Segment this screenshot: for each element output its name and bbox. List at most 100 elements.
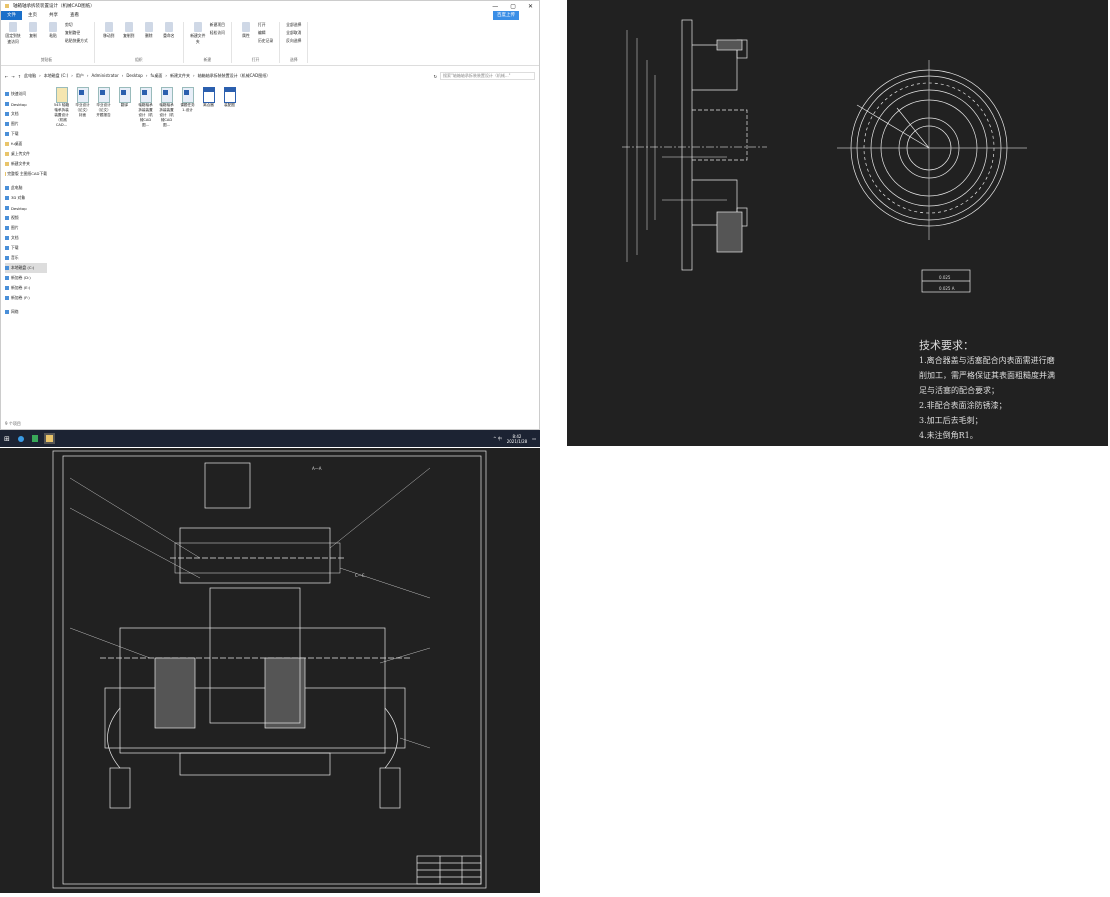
tolerance-values: 0.025 0.025 A [939,275,955,291]
ribbon-small-button[interactable]: 全部选择 [286,22,301,28]
cloud-upload-button[interactable]: 百度上传 [493,11,519,20]
ribbon-button[interactable]: 复制 [25,22,41,45]
sidebar-item[interactable]: 下载 [5,129,47,139]
file-item[interactable]: 毕业设计（论文）开题报告 [95,87,112,128]
ribbon-button[interactable]: 新建文件夹 [190,22,206,45]
folder-icon [5,4,9,8]
sidebar-item[interactable]: 新加卷 (E:) [5,283,47,293]
video-icon [5,216,9,220]
sidebar-item[interactable]: Desktop [5,203,47,213]
front-view [837,60,1027,240]
button-icon [124,22,133,32]
minimize-button[interactable]: — [492,3,498,10]
sidebar-item[interactable]: 新建文件夹 [5,159,47,169]
file-item[interactable]: 轴箱轴承拆装装置设计（机械CAD图... [137,87,154,128]
sidebar-item[interactable]: 视频 [5,213,47,223]
sidebar-item[interactable]: 文档 [5,109,47,119]
ribbon-small-button[interactable]: 复制路径 [65,30,88,36]
ribbon-button[interactable]: 删除 [141,22,157,39]
ribbon-small-button[interactable]: 新建项目 [210,22,225,28]
ribbon-small-button[interactable]: 反向选择 [286,38,301,44]
breadcrumb-item[interactable]: 本地磁盘 (C:) [44,73,69,79]
start-icon[interactable]: ⊞ [4,435,10,443]
ribbon-group: 属性 打开 编辑 历史记录 打开 [238,22,281,63]
tab-home[interactable]: 主页 [22,11,43,20]
ribbon-button[interactable]: 属性 [238,22,254,44]
ribbon-small-button[interactable]: 编辑 [258,30,273,36]
tray-icons[interactable]: ^ 中 [493,436,502,442]
sidebar-item[interactable]: 此电脑 [5,183,47,193]
ribbon-button[interactable]: 移动到 [101,22,117,39]
file-item[interactable]: 轴箱轴承拆装装置设计（机械CAD图... [158,87,175,128]
sidebar-item[interactable]: fu桌面 [5,139,47,149]
file-item[interactable]: 离合器 [200,87,217,128]
clock[interactable]: 8:42 2021/1/28 [507,434,528,444]
sidebar-item[interactable]: 快速访问 [5,89,47,99]
tab-share[interactable]: 共享 [43,11,64,20]
sidebar-item[interactable]: 音乐 [5,253,47,263]
maximize-button[interactable]: ▢ [510,3,516,10]
search-input[interactable]: 搜索"轴箱轴承拆装装置设计（机械..." [440,72,535,80]
ribbon-button[interactable]: 重命名 [161,22,177,39]
ribbon-small-button[interactable]: 全部取消 [286,30,301,36]
picture-icon [5,122,9,126]
small-buttons: 新建项目 轻松访问 [210,22,225,45]
chevron-right-icon: › [145,73,148,78]
breadcrumb-item[interactable]: 此电脑 [24,73,36,79]
explorer-taskbar-icon[interactable] [43,433,55,444]
breadcrumb-item[interactable]: 轴箱轴承拆装装置设计（机械CAD图纸） [198,73,271,79]
sidebar-item[interactable]: 本地磁盘 (C:) [5,263,47,273]
breadcrumb-item[interactable]: 用户 [76,73,84,79]
sidebar-item[interactable]: 新加卷 (F:) [5,293,47,303]
ribbon-button[interactable]: 粘贴 [45,22,61,45]
sidebar-item[interactable]: 完整版 主图纸CAD下载 [5,169,47,179]
tab-view[interactable]: 查看 [64,11,85,20]
refresh-icon[interactable]: ↻ [434,74,437,79]
breadcrumb-item[interactable]: 新建文件夹 [170,73,190,79]
assembly-body [69,462,431,809]
title-bar: 轴箱轴承拆装装置设计（机械CAD图纸） — ▢ ✕ [1,1,539,11]
notification-icon[interactable]: ▭ [532,436,536,441]
ribbon-small-button[interactable]: 剪切 [65,22,88,28]
app-icon[interactable] [31,435,38,442]
breadcrumb-item[interactable]: fu桌面 [150,73,162,79]
up-icon[interactable]: ↑ [18,74,21,79]
ribbon-small-button[interactable]: 粘贴快捷方式 [65,38,88,44]
breadcrumb-item[interactable]: Desktop [126,73,143,79]
ribbon-small-button[interactable]: 历史记录 [258,38,273,44]
sidebar-item[interactable]: 图片 [5,119,47,129]
ribbon-button[interactable]: 复制到 [121,22,137,39]
ribbon-button[interactable]: 固定到快速访问 [5,22,21,45]
sidebar-item[interactable]: 下载 [5,243,47,253]
group-label: 新建 [203,57,212,62]
tab-file[interactable]: 文件 [1,11,22,20]
dwg-file-icon [202,87,215,103]
sidebar-item[interactable]: 图片 [5,223,47,233]
ribbon-group: 固定到快速访问 复制 粘贴 剪切 复制路径 粘贴快捷方式 剪贴板 [5,22,95,63]
file-item[interactable]: 装配图 [221,87,238,128]
folder-icon [5,162,9,166]
button-icon [193,22,202,32]
file-item[interactable]: 毕业设计（论文）封面 [74,87,91,128]
ribbon-small-button[interactable]: 轻松访问 [210,30,225,36]
sidebar-item-label: 快速访问 [11,91,27,96]
back-icon[interactable]: ← [5,74,8,79]
file-item[interactable]: 545 轴箱轴承拆装装置设计（机械CAD... [53,87,70,128]
forward-icon[interactable]: → [11,74,14,79]
sidebar-item[interactable]: 网络 [5,307,47,317]
button-label: 重命名 [163,33,175,38]
file-item[interactable]: 课题任务1-设计 [179,87,196,128]
file-item[interactable]: 翻译 [116,87,133,128]
breadcrumb[interactable]: 此电脑 › 本地磁盘 (C:) › 用户 › Administrator › Desktop › f… [24,73,431,79]
group-label: 打开 [251,57,260,62]
breadcrumb-item[interactable]: Administrator [91,73,118,79]
close-button[interactable]: ✕ [528,3,533,10]
ribbon-small-button[interactable]: 打开 [258,22,273,28]
sidebar-item[interactable]: 文档 [5,233,47,243]
sidebar-item[interactable]: 新加卷 (D:) [5,273,47,283]
download-icon [5,132,9,136]
edge-icon[interactable] [17,435,24,442]
sidebar-item[interactable]: Desktop [5,99,47,109]
sidebar-item[interactable]: 3D 对象 [5,193,47,203]
sidebar-item[interactable]: 桌上传文件 [5,149,47,159]
